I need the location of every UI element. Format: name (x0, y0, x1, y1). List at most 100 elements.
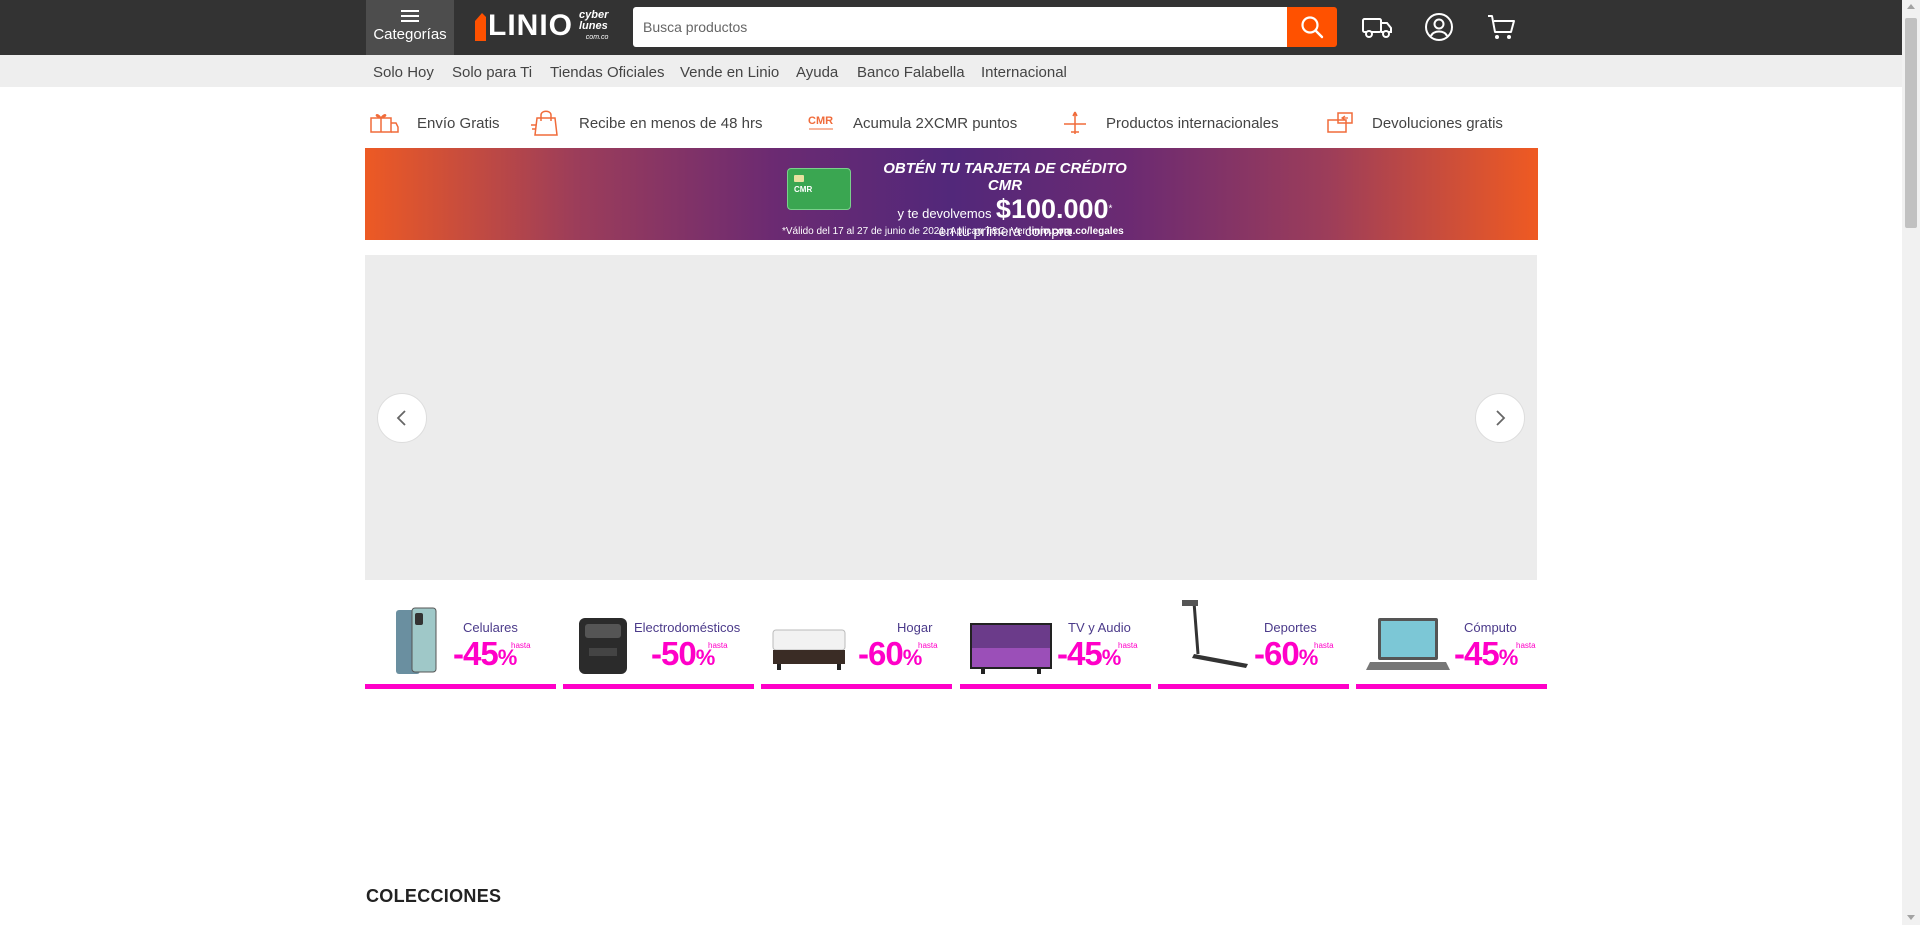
tile-discount-percent: % (1498, 645, 1519, 670)
tile-discount-percent: % (497, 645, 518, 670)
page-scrollbar[interactable] (1902, 0, 1920, 925)
nav-link-vende-en-linio[interactable]: Vende en Linio (680, 64, 779, 81)
tile-discount-percent: % (695, 645, 716, 670)
return-box-icon (1327, 112, 1353, 133)
nav-link-internacional[interactable]: Internacional (981, 64, 1067, 81)
tile-discount-percent: % (902, 645, 923, 670)
categories-label: Categorías (373, 26, 447, 43)
tile-name: Electrodomésticos (634, 620, 741, 635)
banner-legal-link[interactable]: linio.com.co/legales (1029, 226, 1124, 237)
card-brand: CMR (794, 185, 813, 194)
truck-icon (1362, 18, 1392, 38)
benefit-cmr-puntos[interactable]: CMR Acumula 2XCMR puntos (807, 108, 1017, 138)
benefit-label: Acumula 2XCMR puntos (853, 114, 1018, 132)
tile-discount-value: -60 (858, 635, 904, 672)
credit-card-image: CMR (787, 168, 851, 210)
search-icon (1301, 16, 1324, 39)
promo-tile-computo[interactable]: Cómputo hasta -45% (1356, 600, 1547, 689)
nav-link-tiendas-oficiales[interactable]: Tiendas Oficiales (550, 64, 665, 81)
tile-hasta: hasta (1516, 641, 1536, 650)
search-button[interactable] (1287, 7, 1337, 47)
menu-icon (401, 10, 419, 22)
tile-name: Hogar (897, 620, 933, 635)
tile-discount-value: -60 (1254, 635, 1300, 672)
tile-hasta: hasta (1118, 641, 1138, 650)
mattress-image (772, 629, 846, 670)
svg-text:CMR: CMR (808, 115, 833, 127)
carousel-prev-button[interactable] (377, 393, 427, 443)
tile-discount-value: -45 (1454, 635, 1500, 672)
treadmill-image (1182, 600, 1248, 668)
gift-truck-icon (370, 114, 399, 133)
tile-discount: -45% (1454, 635, 1519, 673)
shipping-tracking-button[interactable] (1361, 13, 1393, 43)
card-chip-icon (794, 175, 804, 182)
chevron-left-icon (396, 410, 406, 426)
tile-name: Cómputo (1464, 620, 1517, 635)
tv-image (970, 623, 1052, 674)
benefit-productos-internacionales[interactable]: Productos internacionales (1062, 108, 1279, 138)
nav-link-solo-hoy[interactable]: Solo Hoy (373, 64, 434, 81)
promo-tile-hogar[interactable]: Hogar hasta -60% (761, 600, 952, 689)
logo-text: LINIO (488, 9, 573, 42)
secondary-nav: Solo Hoy Solo para Ti Tiendas Oficiales … (0, 55, 1902, 87)
search-input[interactable] (633, 7, 1287, 47)
page: Categorías LINIO cyber lunes com.co Busc… (0, 0, 1920, 925)
banner-headline: OBTÉN TU TARJETA DE CRÉDITO CMR (883, 160, 1127, 194)
banner-line2: y te devolvemos (897, 206, 992, 221)
smartphone-image (396, 607, 437, 674)
tile-discount: -60% (1254, 635, 1319, 673)
cyberlunes-line2: lunes (579, 19, 608, 32)
shopping-bag-icon (531, 110, 558, 136)
appliance-image (579, 618, 627, 674)
airplane-icon (1064, 111, 1086, 134)
scroll-down-arrow-icon[interactable] (1907, 915, 1915, 920)
cyberlunes-badge: cyber lunes com.co (579, 9, 609, 43)
banner-amount-mark: * (1108, 203, 1113, 215)
hero-carousel (365, 255, 1537, 580)
tile-discount-value: -50 (651, 635, 697, 672)
tile-name: Celulares (463, 620, 518, 635)
tile-name: TV y Audio (1068, 620, 1131, 635)
cyberlunes-domain: com.co (585, 33, 609, 41)
cart-button[interactable] (1486, 13, 1518, 43)
promo-tile-deportes[interactable]: Deportes hasta -60% (1158, 600, 1349, 689)
nav-link-banco-falabella[interactable]: Banco Falabella (857, 64, 965, 81)
promo-tile-electrodomesticos[interactable]: Electrodomésticos hasta -50% (563, 600, 754, 689)
promo-tile-celulares[interactable]: Celulares hasta -45% (365, 600, 556, 689)
tile-discount: -45% (1057, 635, 1122, 673)
tile-discount-percent: % (1101, 645, 1122, 670)
account-button[interactable] (1424, 12, 1456, 42)
banner-amount: $100.000 (995, 194, 1109, 224)
scroll-up-arrow-icon[interactable] (1907, 4, 1915, 9)
nav-link-solo-para-ti[interactable]: Solo para Ti (452, 64, 532, 81)
chevron-right-icon (1496, 410, 1506, 426)
benefit-label: Productos internacionales (1106, 114, 1279, 132)
tile-discount-percent: % (1298, 645, 1319, 670)
promo-tile-tv-y-audio[interactable]: TV y Audio hasta -45% (960, 600, 1151, 689)
search-bar (633, 7, 1337, 47)
benefit-devoluciones-gratis[interactable]: Devoluciones gratis (1326, 108, 1503, 138)
tile-discount: -60% (858, 635, 923, 673)
categories-button[interactable]: Categorías (366, 0, 454, 55)
banner-legal-text: *Válido del 17 al 27 de junio de 2021. A… (782, 226, 1124, 237)
tile-discount: -50% (651, 635, 716, 673)
scrollbar-thumb[interactable] (1905, 18, 1917, 228)
top-header: Categorías LINIO cyber lunes com.co (0, 0, 1902, 55)
collections-title: COLECCIONES (366, 886, 502, 906)
benefit-label: Envío Gratis (417, 114, 500, 132)
tile-discount-value: -45 (453, 635, 499, 672)
carousel-next-button[interactable] (1475, 393, 1525, 443)
nav-link-ayuda[interactable]: Ayuda (796, 64, 838, 81)
cmr-logo-icon: CMR (808, 115, 833, 130)
user-icon (1425, 13, 1453, 41)
cart-icon (1488, 15, 1515, 39)
benefit-envio-gratis[interactable]: Envío Gratis (369, 108, 500, 138)
tile-name: Deportes (1264, 620, 1317, 635)
linio-flame-icon (475, 13, 486, 41)
linio-logo[interactable]: LINIO cyber lunes com.co (473, 8, 608, 44)
cmr-credit-card-banner[interactable]: CMR OBTÉN TU TARJETA DE CRÉDITO CMR y te… (365, 148, 1538, 240)
laptop-image (1366, 618, 1450, 670)
benefit-label: Recibe en menos de 48 hrs (579, 114, 763, 132)
benefit-recibe-48hrs[interactable]: Recibe en menos de 48 hrs (531, 108, 762, 138)
